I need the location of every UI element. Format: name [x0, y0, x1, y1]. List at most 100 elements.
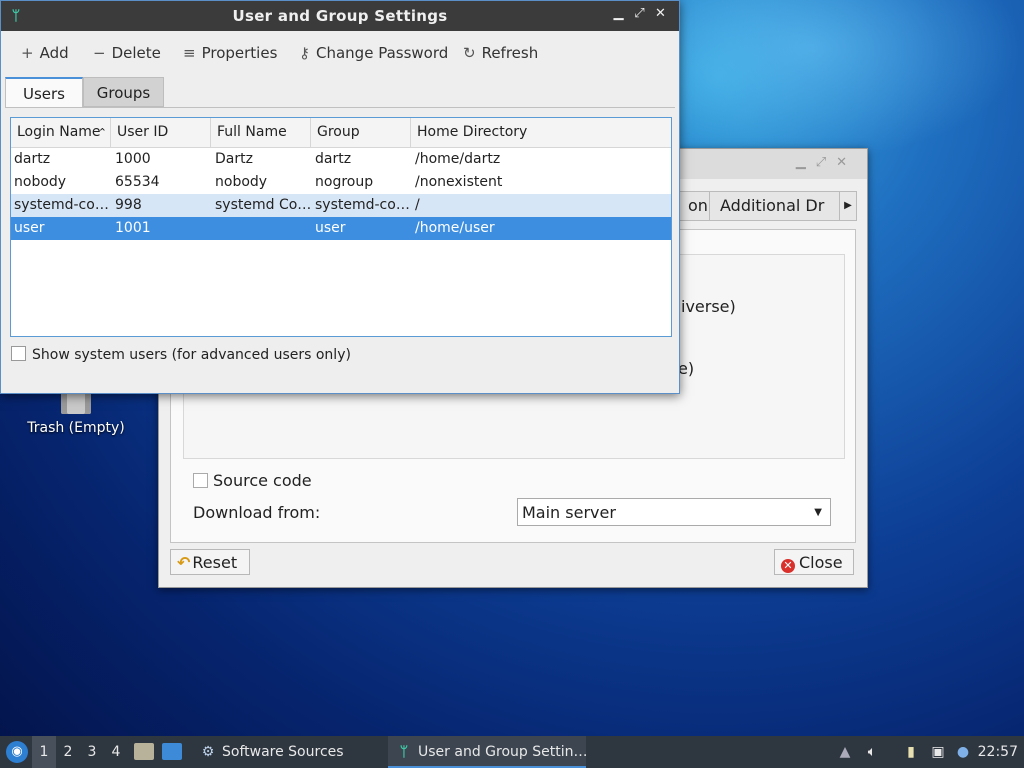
checkbox-box[interactable] [193, 473, 208, 488]
change-password-button[interactable]: ⚷ Change Password [299, 37, 448, 69]
volume-icon[interactable]: 🔈︎ [862, 736, 882, 768]
workspace-1[interactable]: 1 [32, 736, 56, 768]
window-title: User and Group Settings [232, 7, 448, 25]
software-sources-task-icon: ⚙ [201, 744, 215, 760]
workspace-3[interactable]: 3 [80, 736, 104, 768]
task-label: Software Sources [222, 744, 344, 760]
tab-additional-drivers[interactable]: Additional Dr [709, 191, 847, 221]
key-icon: ⚷ [299, 44, 310, 62]
refresh-button[interactable]: ↻ Refresh [463, 37, 538, 69]
add-label: Add [39, 44, 69, 62]
cell-home: / [415, 197, 420, 213]
cell-uid: 1000 [115, 151, 151, 167]
cell-login: user [14, 220, 45, 236]
start-menu-icon[interactable]: ◉ [6, 741, 28, 763]
label-fragment: e) [678, 359, 695, 378]
maximize-icon[interactable]: ⤢ [629, 6, 650, 21]
minus-icon: − [93, 44, 106, 62]
add-button[interactable]: + Add [21, 37, 69, 69]
cell-home: /home/dartz [415, 151, 501, 167]
checkbox-box[interactable] [11, 346, 26, 361]
workspace-4[interactable]: 4 [104, 736, 128, 768]
table-row[interactable]: nobody 65534 nobody nogroup /nonexistent [11, 171, 671, 194]
cell-home: /nonexistent [415, 174, 503, 190]
window-controls: ▁ ⤢ ✕ [608, 6, 671, 21]
app-task-icon: ᛘ [399, 744, 409, 760]
table-row[interactable]: dartz 1000 Dartz dartz /home/dartz [11, 148, 671, 171]
trash-label: Trash (Empty) [27, 420, 125, 436]
download-from-select[interactable]: Main server ▼ [517, 498, 831, 526]
taskbar: ◉ 1 2 3 4 ⚙ Software Sources ᛘ User and Gr… [0, 736, 1024, 768]
cell-group: dartz [315, 151, 352, 167]
show-system-users-label: Show system users (for advanced users on… [32, 347, 351, 363]
reset-button[interactable]: ↶ Reset [170, 549, 250, 575]
file-manager-icon[interactable] [134, 743, 154, 760]
column-header-full-name[interactable]: Full Name [211, 118, 311, 147]
software-sources-window-controls[interactable]: ▁⤢✕ [796, 155, 857, 170]
cell-home: /home/user [415, 220, 495, 236]
column-header-group[interactable]: Group [311, 118, 411, 147]
properties-button[interactable]: ≡ Properties [183, 37, 277, 69]
cell-uid: 65534 [115, 174, 160, 190]
show-desktop-icon[interactable] [162, 743, 182, 760]
table-header: Login Name ⌃ User ID Full Name Group Home… [11, 118, 671, 148]
clipboard-icon[interactable]: ▮ [902, 736, 920, 768]
label-fragment-universe: iverse) [681, 297, 736, 316]
window-titlebar[interactable]: ᛘ User and Group Settings ▁ ⤢ ✕ [1, 1, 679, 31]
source-code-label: Source code [213, 471, 312, 490]
delete-button[interactable]: − Delete [93, 37, 161, 69]
table-row-selected[interactable]: user 1001 user /home/user [11, 217, 671, 240]
users-table[interactable]: Login Name ⌃ User ID Full Name Group Home… [10, 117, 672, 337]
chevron-down-icon: ▼ [814, 507, 822, 518]
reset-label: Reset [192, 553, 238, 572]
update-notifier-icon[interactable]: ● [954, 736, 972, 768]
cell-login: dartz [14, 151, 51, 167]
workspace-2[interactable]: 2 [56, 736, 80, 768]
task-user-group-settings[interactable]: ᛘ User and Group Settin… [388, 736, 588, 768]
download-from-label: Download from: [193, 503, 321, 522]
refresh-icon: ↻ [463, 44, 476, 62]
close-button[interactable]: ✕ Close [774, 549, 854, 575]
show-system-users-checkbox[interactable]: Show system users (for advanced users on… [11, 346, 351, 363]
cell-full-name: nobody [215, 174, 268, 190]
window-close-icon[interactable]: ✕ [650, 6, 671, 21]
minimize-icon[interactable]: ▁ [608, 6, 629, 21]
cell-full-name: Dartz [215, 151, 253, 167]
user-group-settings-window: ᛘ User and Group Settings ▁ ⤢ ✕ + Add − Dele… [0, 0, 680, 394]
cell-login: systemd-co… [14, 197, 109, 213]
refresh-label: Refresh [481, 44, 539, 62]
source-code-checkbox[interactable]: Source code [193, 471, 312, 490]
column-header-home-directory[interactable]: Home Directory [411, 118, 671, 147]
cell-group: nogroup [315, 174, 374, 190]
properties-label: Properties [201, 44, 278, 62]
list-icon: ≡ [183, 44, 196, 62]
tab-groups[interactable]: Groups [83, 77, 164, 107]
table-row[interactable]: systemd-co… 998 systemd Co… systemd-co… … [11, 194, 671, 217]
task-label: User and Group Settin… [418, 744, 588, 760]
column-header-user-id[interactable]: User ID [111, 118, 211, 147]
cell-uid: 998 [115, 197, 142, 213]
tray-up-icon[interactable]: ▲ [836, 736, 854, 768]
change-password-label: Change Password [316, 44, 449, 62]
delete-label: Delete [111, 44, 161, 62]
cell-full-name: systemd Co… [215, 197, 311, 213]
plus-icon: + [21, 44, 34, 62]
cell-full-name [212, 217, 311, 240]
column-header-login-name[interactable]: Login Name ⌃ [11, 118, 111, 147]
task-software-sources[interactable]: ⚙ Software Sources [194, 736, 350, 768]
cell-login: nobody [14, 174, 67, 190]
column-header-label: Login Name [17, 124, 101, 140]
tab-scroll-right-icon[interactable]: ▶ [839, 191, 857, 221]
clock[interactable]: 22:57 [978, 736, 1018, 768]
cell-uid: 1001 [115, 220, 151, 236]
cell-group: user [315, 220, 346, 236]
tab-divider [5, 107, 675, 108]
download-from-value: Main server [522, 503, 616, 522]
network-icon[interactable]: ▣ [928, 736, 948, 768]
close-label: Close [799, 553, 843, 572]
tab-users[interactable]: Users [5, 77, 83, 107]
close-icon: ✕ [781, 559, 795, 573]
undo-icon: ↶ [177, 553, 191, 572]
sort-ascending-icon: ⌃ [97, 126, 107, 139]
cell-group: systemd-co… [315, 197, 410, 213]
